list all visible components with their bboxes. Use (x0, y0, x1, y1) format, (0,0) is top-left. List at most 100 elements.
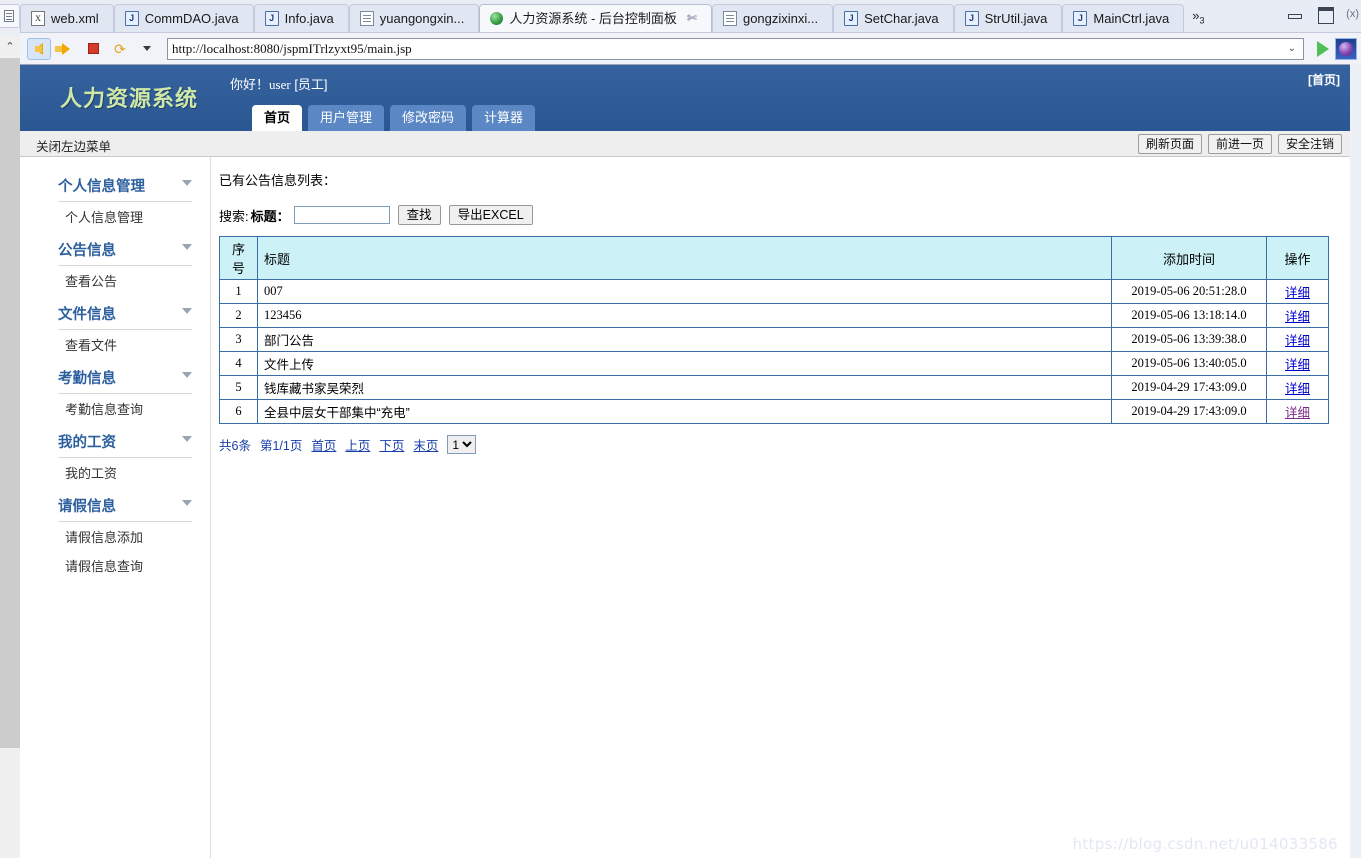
sidebar-item-my-salary[interactable]: 我的工资 (20, 458, 210, 487)
page-select[interactable]: 1 (447, 435, 477, 454)
search-label: 搜索: (219, 208, 249, 224)
greeting-username: user (269, 77, 291, 92)
refresh-page-button[interactable]: 刷新页面 (1137, 134, 1202, 154)
stop-button[interactable] (81, 38, 105, 60)
cell-index: 2 (219, 303, 258, 328)
detail-link[interactable]: 详细 (1285, 406, 1310, 420)
xml-file-icon: X (31, 11, 45, 26)
search-button[interactable]: 查找 (397, 205, 441, 225)
cell-time: 2019-05-06 13:18:14.0 (1111, 303, 1267, 328)
internet-explorer-icon[interactable] (1335, 37, 1357, 60)
sidebar-group-title: 文件信息 (58, 307, 116, 323)
page-scrollbar[interactable] (1350, 64, 1361, 858)
sidebar-group-header[interactable]: 公告信息 (58, 233, 192, 266)
sidebar-item-attendance-query[interactable]: 考勤信息查询 (20, 394, 210, 423)
cell-index: 3 (219, 327, 258, 352)
sidebar-item-leave-add[interactable]: 请假信息添加 (20, 522, 210, 551)
search-input[interactable] (293, 206, 390, 224)
pagination-first[interactable]: 首页 (311, 435, 336, 454)
java-file-icon: J (964, 11, 979, 26)
close-left-menu-link[interactable]: 关闭左边菜单 (36, 136, 111, 155)
sidebar-group-leave: 请假信息 请假信息添加 请假信息查询 (20, 489, 210, 580)
url-text[interactable]: http://localhost:8080/jspmITrlzyxt95/mai… (172, 41, 1285, 57)
table-row: 4 文件上传 2019-05-06 13:40:05.0 详细 (219, 351, 1329, 376)
pagination-prev[interactable]: 上页 (345, 435, 370, 454)
minimize-icon[interactable] (1287, 6, 1303, 20)
ide-tab-commdao-java[interactable]: J CommDAO.java (113, 4, 254, 32)
ide-tab-strutil-java[interactable]: J StrUtil.java (953, 4, 1063, 32)
refresh-button[interactable]: ⟳ (108, 38, 132, 60)
ide-more-tabs-button[interactable]: »3 (1184, 4, 1212, 32)
announcement-table: 序号 标题 添加时间 操作 1 007 2019-05-06 20:51:28.… (219, 236, 1329, 424)
sidebar-group-header[interactable]: 文件信息 (58, 297, 192, 330)
export-excel-button[interactable]: 导出EXCEL (448, 205, 533, 225)
sidebar-group-header[interactable]: 请假信息 (58, 489, 192, 522)
ide-tab-yuangongxinxi[interactable]: yuangongxin... (348, 4, 480, 32)
back-button[interactable] (27, 37, 51, 60)
sidebar-item-view-announcement[interactable]: 查看公告 (20, 266, 210, 295)
ide-tab-label: StrUtil.java (984, 11, 1048, 26)
maximize-icon[interactable] (1317, 6, 1334, 24)
cell-time: 2019-04-29 17:43:09.0 (1111, 399, 1267, 424)
app-nav-tabs: 首页 用户管理 修改密码 计算器 (252, 105, 536, 131)
pagination-last[interactable]: 末页 (413, 435, 438, 454)
table-row: 6 全县中层女干部集中“充电” 2019-04-29 17:43:09.0 详细 (219, 399, 1329, 424)
greeting-prefix: 你好！ (230, 77, 270, 92)
ide-left-rail-tab[interactable] (0, 4, 20, 28)
globe-icon (490, 12, 504, 25)
table-row: 1 007 2019-05-06 20:51:28.0 详细 (219, 279, 1329, 304)
logout-button[interactable]: 安全注销 (1277, 134, 1342, 154)
cell-title: 007 (257, 279, 1112, 304)
java-file-warning-icon: J (264, 11, 279, 26)
java-file-warning-icon: J (844, 11, 859, 26)
ide-window: ⌃ X web.xml J CommDAO.java J Info.java y… (0, 0, 1361, 858)
back-arrow-icon (35, 42, 43, 55)
go-button[interactable] (1311, 38, 1335, 60)
ide-rail-chevron-icon[interactable]: ⌃ (0, 36, 20, 58)
window-controls (1287, 6, 1334, 24)
chevron-down-icon (182, 372, 192, 378)
sidebar-item-view-file[interactable]: 查看文件 (20, 330, 210, 359)
tab-home[interactable]: 首页 (252, 105, 303, 131)
forward-button[interactable] (54, 38, 78, 60)
ide-tab-gongzixinxi[interactable]: gongzixinxi... (711, 4, 834, 32)
toolbar-dropdown-button[interactable] (135, 38, 159, 60)
ide-tab-browser-active[interactable]: 人力资源系统 - 后台控制面板 ✄ (479, 4, 712, 32)
sidebar-group-header[interactable]: 我的工资 (58, 425, 192, 458)
detail-link[interactable]: 详细 (1285, 286, 1310, 300)
url-dropdown-icon[interactable]: ⌄ (1285, 43, 1299, 54)
chevron-double-right-icon: » (1192, 8, 1200, 23)
chevron-down-icon (182, 500, 192, 506)
ide-tab-info-java[interactable]: J Info.java (253, 4, 349, 32)
ide-tab-label: SetChar.java (864, 11, 939, 26)
detail-link[interactable]: 详细 (1285, 334, 1310, 348)
detail-link[interactable]: 详细 (1285, 358, 1310, 372)
main-content: 已有公告信息列表： 搜索: 标题： 查找 导出EXCEL 序号 标题 添加时间 (211, 157, 1350, 858)
sidebar-item-personal-info-manage[interactable]: 个人信息管理 (20, 202, 210, 231)
cell-time: 2019-04-29 17:43:09.0 (1111, 375, 1267, 400)
java-file-warning-icon: J (1073, 11, 1088, 26)
tab-user-management[interactable]: 用户管理 (308, 105, 385, 131)
ide-tab-setchar-java[interactable]: J SetChar.java (833, 4, 954, 32)
sidebar-group-header[interactable]: 个人信息管理 (58, 169, 192, 202)
tab-change-password[interactable]: 修改密码 (390, 105, 467, 131)
home-link[interactable]: [首页] (1308, 71, 1340, 88)
tab-calculator[interactable]: 计算器 (472, 105, 536, 131)
detail-link[interactable]: 详细 (1285, 382, 1310, 396)
sidebar-group-header[interactable]: 考勤信息 (58, 361, 192, 394)
ide-tab-mainctrl-java[interactable]: J MainCtrl.java (1062, 4, 1185, 32)
pagination-next[interactable]: 下页 (379, 435, 404, 454)
detail-link[interactable]: 详细 (1285, 310, 1310, 324)
address-bar[interactable]: http://localhost:8080/jspmITrlzyxt95/mai… (167, 37, 1304, 60)
jsp-file-icon (722, 11, 737, 26)
watermark: https://blog.csdn.net/u014033586 (1072, 835, 1338, 853)
browser-toolbar: ⟳ http://localhost:8080/jspmITrlzyxt95/m… (20, 32, 1361, 64)
sidebar-group-announcement: 公告信息 查看公告 (20, 233, 210, 295)
column-header-action: 操作 (1266, 236, 1329, 280)
ide-tab-web-xml[interactable]: X web.xml (20, 4, 114, 32)
sub-toolbar-buttons: 刷新页面 前进一页 安全注销 (1137, 134, 1342, 154)
sidebar-group-title: 考勤信息 (58, 371, 116, 387)
close-icon[interactable]: ✄ (687, 5, 697, 32)
sidebar-item-leave-query[interactable]: 请假信息查询 (20, 551, 210, 580)
forward-page-button[interactable]: 前进一页 (1207, 134, 1272, 154)
